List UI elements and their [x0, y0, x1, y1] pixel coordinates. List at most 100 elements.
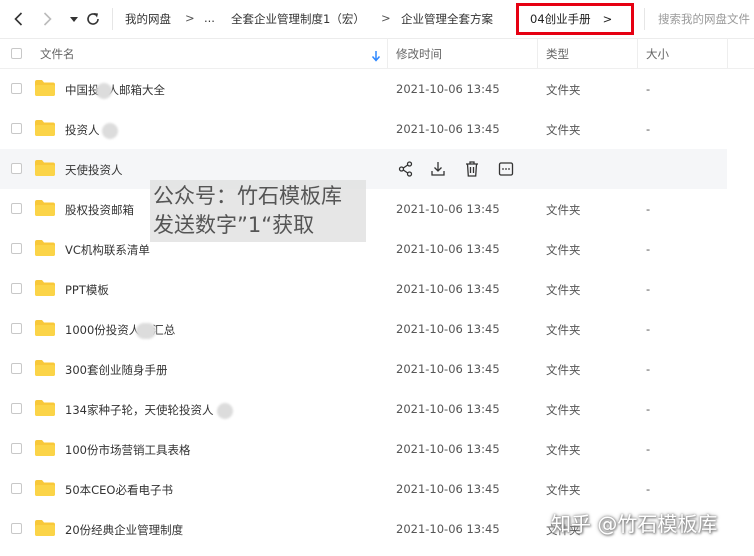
- row-checkbox[interactable]: [11, 243, 22, 254]
- breadcrumb-root[interactable]: 我的网盘: [125, 11, 171, 27]
- column-divider[interactable]: [387, 38, 388, 68]
- modified-time: 2021-10-06 13:45: [396, 202, 500, 216]
- breadcrumb-current[interactable]: 04创业手册 >: [516, 3, 634, 35]
- file-name[interactable]: 中国投 人邮箱大全: [65, 82, 165, 99]
- column-header-modified[interactable]: 修改时间: [396, 46, 442, 62]
- table-row[interactable]: 100份市场营销工具表格 2021-10-06 13:45 文件夹 -: [0, 429, 754, 469]
- table-row[interactable]: 中国投 人邮箱大全 2021-10-06 13:45 文件夹 -: [0, 69, 754, 109]
- table-row[interactable]: 134家种子轮，天使轮投资人 2021-10-06 13:45 文件夹 -: [0, 389, 754, 429]
- file-name-part: 人邮箱大全: [107, 83, 166, 97]
- forward-arrow-icon[interactable]: [37, 9, 57, 29]
- column-divider[interactable]: [727, 38, 728, 68]
- folder-icon: [34, 479, 56, 500]
- breadcrumb-separator: >: [185, 11, 195, 25]
- column-header-type[interactable]: 类型: [546, 46, 569, 62]
- folder-icon: [34, 279, 56, 300]
- delete-icon[interactable]: [462, 159, 482, 179]
- more-icon[interactable]: [496, 159, 516, 179]
- modified-time: 2021-10-06 13:45: [396, 442, 500, 456]
- row-checkbox[interactable]: [11, 283, 22, 294]
- file-name[interactable]: VC机构联系清单: [65, 242, 150, 258]
- file-size: -: [646, 362, 651, 376]
- column-header-size[interactable]: 大小: [646, 46, 669, 62]
- modified-time: 2021-10-06 13:45: [396, 242, 500, 256]
- download-icon[interactable]: [428, 159, 448, 179]
- row-checkbox[interactable]: [11, 123, 22, 134]
- table-row[interactable]: 投资人 2021-10-06 13:45 文件夹 -: [0, 109, 754, 149]
- file-size: -: [646, 322, 651, 336]
- redaction-blur: [136, 322, 157, 339]
- file-name[interactable]: PPT模板: [65, 282, 109, 298]
- top-bar: 我的网盘 > ... 全套企业管理制度1（宏） > 企业管理全套方案 04创业手…: [0, 0, 754, 39]
- refresh-icon[interactable]: [83, 9, 103, 29]
- breadcrumb-current-label: 04创业手册: [530, 12, 591, 26]
- table-row[interactable]: VC机构联系清单 2021-10-06 13:45 文件夹 -: [0, 229, 754, 269]
- file-size: -: [646, 402, 651, 416]
- modified-time: 2021-10-06 13:45: [396, 362, 500, 376]
- file-name-part: 1000份投资人: [65, 323, 141, 337]
- file-size: -: [646, 202, 651, 216]
- file-name[interactable]: 134家种子轮，天使轮投资人: [65, 402, 234, 419]
- row-checkbox[interactable]: [11, 483, 22, 494]
- redaction-blur: [95, 82, 112, 99]
- search-input[interactable]: [648, 8, 754, 30]
- file-name[interactable]: 50本CEO必看电子书: [65, 482, 173, 498]
- file-name[interactable]: 100份市场营销工具表格: [65, 442, 190, 458]
- column-header-name[interactable]: 文件名: [40, 46, 75, 62]
- folder-icon: [34, 239, 56, 260]
- folder-icon: [34, 519, 56, 540]
- row-checkbox[interactable]: [11, 203, 22, 214]
- folder-icon: [34, 319, 56, 340]
- file-name-part: 投资人: [65, 123, 100, 137]
- file-type: 文件夹: [546, 483, 581, 497]
- file-type: 文件夹: [546, 403, 581, 417]
- file-name[interactable]: 300套创业随身手册: [65, 362, 167, 378]
- file-name[interactable]: 1000份投资人 汇总: [65, 322, 175, 339]
- table-row[interactable]: 1000份投资人 汇总 2021-10-06 13:45 文件夹 -: [0, 309, 754, 349]
- modified-time: 2021-10-06 13:45: [396, 82, 500, 96]
- share-icon[interactable]: [396, 159, 416, 179]
- file-type: 文件夹: [546, 83, 581, 97]
- back-arrow-icon[interactable]: [9, 9, 29, 29]
- file-name[interactable]: 20份经典企业管理制度: [65, 522, 183, 538]
- file-size: -: [646, 442, 651, 456]
- row-checkbox[interactable]: [11, 323, 22, 334]
- select-all-checkbox[interactable]: [11, 48, 22, 59]
- row-checkbox[interactable]: [11, 403, 22, 414]
- modified-time: 2021-10-06 13:45: [396, 402, 500, 416]
- modified-time: 2021-10-06 13:45: [396, 522, 500, 536]
- row-checkbox[interactable]: [11, 163, 22, 174]
- file-type: 文件夹: [546, 283, 581, 297]
- table-row[interactable]: 300套创业随身手册 2021-10-06 13:45 文件夹 -: [0, 349, 754, 389]
- file-size: -: [646, 82, 651, 96]
- file-type: 文件夹: [546, 123, 581, 137]
- table-row[interactable]: 股权投资邮箱 2021-10-06 13:45 文件夹 -: [0, 189, 754, 229]
- breadcrumb-ellipsis[interactable]: ...: [204, 11, 215, 25]
- file-type: 文件夹: [546, 443, 581, 457]
- breadcrumb-level2[interactable]: 企业管理全套方案: [401, 11, 493, 27]
- row-checkbox[interactable]: [11, 443, 22, 454]
- folder-icon: [34, 199, 56, 220]
- table-row[interactable]: 50本CEO必看电子书 2021-10-06 13:45 文件夹 -: [0, 469, 754, 509]
- dropdown-triangle-icon[interactable]: [64, 9, 84, 29]
- breadcrumb-level1[interactable]: 全套企业管理制度1（宏）: [231, 11, 365, 27]
- folder-icon: [34, 439, 56, 460]
- row-checkbox[interactable]: [11, 363, 22, 374]
- search-divider: [644, 8, 645, 30]
- corner-watermark: 知乎 @竹石模板库: [551, 512, 718, 536]
- sort-down-icon[interactable]: [371, 47, 381, 66]
- file-name[interactable]: 天使投资人: [65, 162, 123, 178]
- folder-icon: [34, 119, 56, 140]
- column-divider[interactable]: [537, 38, 538, 68]
- file-name[interactable]: 股权投资邮箱: [65, 202, 134, 218]
- row-checkbox[interactable]: [11, 83, 22, 94]
- promo-line-2: 发送数字”1“获取: [153, 213, 315, 237]
- column-divider[interactable]: [637, 38, 638, 68]
- file-size: -: [646, 282, 651, 296]
- row-checkbox[interactable]: [11, 523, 22, 534]
- folder-icon: [34, 79, 56, 100]
- file-name[interactable]: 投资人: [65, 122, 118, 139]
- breadcrumb-separator: >: [381, 11, 391, 25]
- toolbar-divider: [112, 8, 113, 30]
- table-row[interactable]: PPT模板 2021-10-06 13:45 文件夹 -: [0, 269, 754, 309]
